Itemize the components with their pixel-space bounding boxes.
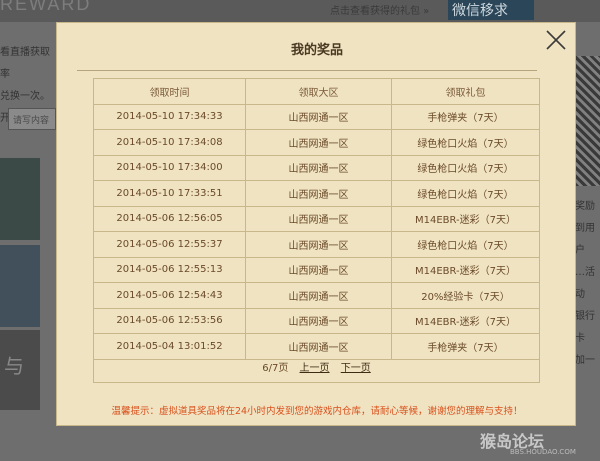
background-tab: 微信移求 bbox=[448, 0, 534, 20]
dialog-title: 我的奖品 bbox=[290, 43, 343, 58]
background-right-line: 银行卡 bbox=[575, 311, 595, 344]
pagination: 6/7页 上一页 下一页 bbox=[93, 356, 540, 383]
background-right-text: 奖励 到用户 …活动 银行卡 加一 bbox=[575, 196, 600, 372]
region-cell: 山西网通一区 bbox=[245, 256, 392, 283]
page-indicator: 6/7页 bbox=[262, 363, 289, 374]
claim-time-cell: 2014-05-06 12:55:13 bbox=[93, 256, 246, 283]
background-thumbnail bbox=[0, 158, 40, 240]
claim-time-cell: 2014-05-10 17:34:00 bbox=[93, 154, 246, 181]
my-prizes-dialog: 我的奖品 领取时间 领取大区 领取礼包 2014-05-10 17:34:33 … bbox=[56, 22, 576, 426]
background-thumbnail: 与 bbox=[0, 330, 40, 410]
gift-cell: 绿色枪口火焰（7天） bbox=[391, 180, 540, 207]
background-right-line: 奖励 bbox=[575, 201, 595, 212]
gift-cell: 20%经验卡（7天） bbox=[391, 282, 540, 309]
next-page-link[interactable]: 下一页 bbox=[341, 363, 371, 374]
background-reward-heading: REWARD bbox=[0, 0, 92, 14]
footer-url: BBS.HOUDAO.COM bbox=[510, 448, 576, 456]
table-row: 2014-05-10 17:33:51 山西网通一区 绿色枪口火焰（7天） bbox=[93, 180, 540, 207]
claim-time-cell: 2014-05-06 12:53:56 bbox=[93, 307, 246, 334]
background-thumbnail bbox=[0, 245, 40, 327]
gift-cell: M14EBR-迷彩（7天） bbox=[391, 307, 540, 334]
table-row: 2014-05-10 17:34:00 山西网通一区 绿色枪口火焰（7天） bbox=[93, 154, 540, 181]
column-header-time: 领取时间 bbox=[93, 78, 246, 105]
region-cell: 山西网通一区 bbox=[245, 180, 392, 207]
region-cell: 山西网通一区 bbox=[245, 129, 392, 156]
claim-time-cell: 2014-05-06 12:54:43 bbox=[93, 282, 246, 309]
column-header-gift: 领取礼包 bbox=[391, 78, 540, 105]
gift-cell: 绿色枪口火焰（7天） bbox=[391, 231, 540, 258]
close-icon bbox=[546, 30, 566, 50]
claim-time-cell: 2014-05-10 17:34:08 bbox=[93, 129, 246, 156]
background-right-line: 到用户 bbox=[575, 223, 595, 256]
gift-cell: 绿色枪口火焰（7天） bbox=[391, 154, 540, 181]
table-header-row: 领取时间 领取大区 领取礼包 bbox=[93, 78, 540, 105]
claim-time-cell: 2014-05-06 12:55:37 bbox=[93, 231, 246, 258]
prizes-table: 领取时间 领取大区 领取礼包 2014-05-10 17:34:33 山西网通一… bbox=[93, 78, 540, 360]
background-search-input: 请写内容 bbox=[8, 108, 56, 130]
claim-time-cell: 2014-05-10 17:34:33 bbox=[93, 103, 246, 130]
reminder-notice: 温馨提示：虚拟道具奖品将在24小时内发到您的游戏内仓库，请耐心等候，谢谢您的理解… bbox=[111, 406, 523, 417]
table-row: 2014-05-06 12:54:43 山西网通一区 20%经验卡（7天） bbox=[93, 282, 540, 309]
background-qr-code bbox=[575, 56, 600, 186]
table-row: 2014-05-06 12:55:37 山西网通一区 绿色枪口火焰（7天） bbox=[93, 231, 540, 258]
region-cell: 山西网通一区 bbox=[245, 231, 392, 258]
region-cell: 山西网通一区 bbox=[245, 154, 392, 181]
table-row: 2014-05-06 12:55:13 山西网通一区 M14EBR-迷彩（7天） bbox=[93, 256, 540, 283]
region-cell: 山西网通一区 bbox=[245, 307, 392, 334]
table-row: 2014-05-06 12:56:05 山西网通一区 M14EBR-迷彩（7天） bbox=[93, 205, 540, 232]
claim-time-cell: 2014-05-10 17:33:51 bbox=[93, 180, 246, 207]
column-header-region: 领取大区 bbox=[245, 78, 392, 105]
title-divider bbox=[77, 70, 537, 71]
background-view-gifts-link: 点击查看获得的礼包 » bbox=[330, 6, 430, 17]
table-row: 2014-05-10 17:34:33 山西网通一区 手枪弹夹（7天） bbox=[93, 103, 540, 130]
gift-cell: 手枪弹夹（7天） bbox=[391, 103, 540, 130]
close-button[interactable] bbox=[544, 28, 568, 52]
claim-time-cell: 2014-05-06 12:56:05 bbox=[93, 205, 246, 232]
region-cell: 山西网通一区 bbox=[245, 282, 392, 309]
background-right-line: 加一 bbox=[575, 355, 595, 366]
gift-cell: M14EBR-迷彩（7天） bbox=[391, 256, 540, 283]
prev-page-link[interactable]: 上一页 bbox=[300, 363, 330, 374]
gift-cell: M14EBR-迷彩（7天） bbox=[391, 205, 540, 232]
background-left-line: 看直播获取率 bbox=[0, 47, 50, 80]
background-right-line: …活动 bbox=[575, 267, 595, 300]
gift-cell: 绿色枪口火焰（7天） bbox=[391, 129, 540, 156]
region-cell: 山西网通一区 bbox=[245, 103, 392, 130]
table-row: 2014-05-06 12:53:56 山西网通一区 M14EBR-迷彩（7天） bbox=[93, 307, 540, 334]
table-row: 2014-05-10 17:34:08 山西网通一区 绿色枪口火焰（7天） bbox=[93, 129, 540, 156]
region-cell: 山西网通一区 bbox=[245, 205, 392, 232]
